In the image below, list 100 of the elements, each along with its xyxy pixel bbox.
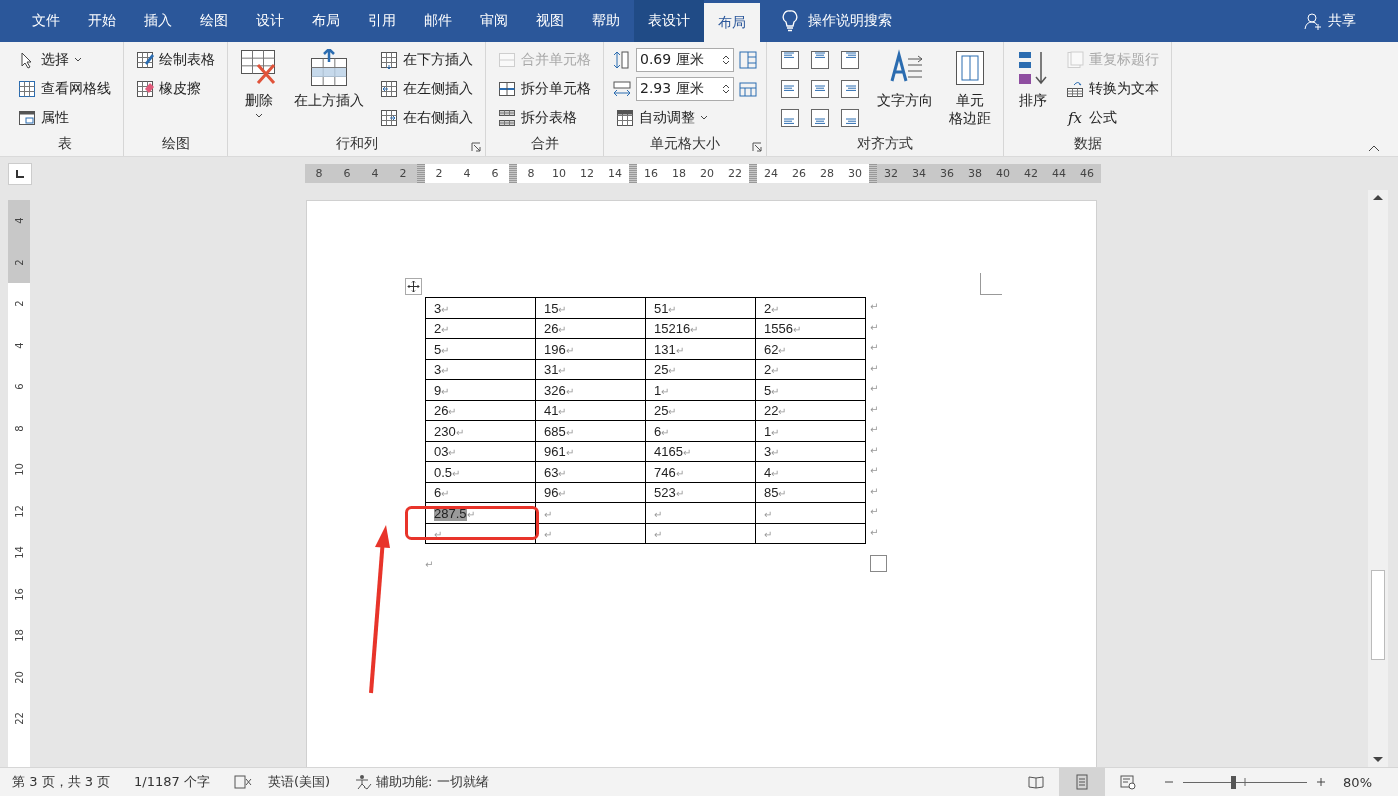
ribbon-tab[interactable]: 引用 xyxy=(354,0,410,42)
align-button[interactable] xyxy=(840,49,860,70)
ribbon-tab[interactable]: 布局 xyxy=(298,0,354,42)
tab-stop-icon xyxy=(15,168,25,179)
grid-icon xyxy=(738,49,758,70)
ribbon-tab[interactable]: 插入 xyxy=(130,0,186,42)
ribbon-tab[interactable]: 表设计 xyxy=(634,0,704,42)
ribbon-button[interactable]: 在下方插入 xyxy=(376,45,477,74)
ribbon-tab[interactable]: 文件 xyxy=(18,0,74,42)
table-cell: 1↵ xyxy=(645,379,756,400)
ribbon-tab[interactable]: 绘图 xyxy=(186,0,242,42)
formula-icon: fx xyxy=(1066,108,1084,127)
collapse-ribbon-button[interactable] xyxy=(1368,144,1380,152)
group-label: 对齐方式 xyxy=(857,135,913,153)
table-cell: 4165↵ xyxy=(645,441,756,462)
ribbon-button[interactable]: 在右侧插入 xyxy=(376,103,477,132)
pencil-grid-icon xyxy=(136,50,154,69)
table-cell: 15↵ xyxy=(535,297,646,318)
row-end-mark: ↵ xyxy=(870,342,879,353)
ribbon-button[interactable]: 选择 xyxy=(14,45,115,74)
ribbon-button[interactable]: 自动调整 xyxy=(612,103,758,132)
spin-field[interactable]: 0.69 厘米 xyxy=(636,47,734,72)
table-cell: 9↵ xyxy=(425,379,536,400)
spin-up-icon xyxy=(722,53,730,60)
tab-stop-button[interactable] xyxy=(8,162,32,185)
zoom-level[interactable]: 80% xyxy=(1343,774,1372,790)
ribbon-button[interactable]: 绘制表格 xyxy=(132,45,219,74)
slider-thumb[interactable] xyxy=(1230,776,1236,789)
align-button[interactable] xyxy=(780,107,800,128)
table-cell: 3↵ xyxy=(425,359,536,380)
table-cell: 3↵ xyxy=(755,441,866,462)
ribbon-button[interactable]: 转换为文本 xyxy=(1062,74,1163,103)
table-cell: 26↵ xyxy=(535,318,646,339)
align-button[interactable] xyxy=(840,107,860,128)
ribbon-tab[interactable]: 布局 xyxy=(704,3,760,42)
alignment-icon xyxy=(810,78,830,99)
repeat-header-icon xyxy=(1066,50,1084,69)
align-button[interactable] xyxy=(840,78,860,99)
accessibility-status[interactable]: 辅助功能: 一切就绪 xyxy=(354,773,489,791)
dialog-launcher[interactable] xyxy=(471,142,481,152)
scroll-up-icon xyxy=(1372,193,1384,201)
page-count[interactable]: 第 3 页，共 3 页 xyxy=(12,773,111,791)
align-button[interactable] xyxy=(810,78,830,99)
ribbon-button[interactable]: 排序 xyxy=(1012,45,1054,113)
eraser-grid-icon xyxy=(136,79,154,98)
table-cell: ↵ xyxy=(425,523,536,544)
row-end-mark: ↵ xyxy=(870,444,879,456)
align-button[interactable] xyxy=(810,107,830,128)
ribbon-button[interactable]: 删除 xyxy=(236,45,282,123)
margin-corner-mark xyxy=(980,273,1002,295)
caret-icon xyxy=(255,113,263,119)
resize-handle[interactable] xyxy=(870,555,887,572)
delete-table-icon xyxy=(240,49,278,87)
alignment-icon xyxy=(840,107,860,128)
ribbon-button[interactable]: 在左侧插入 xyxy=(376,74,477,103)
ribbon-tab[interactable]: 审阅 xyxy=(466,0,522,42)
ribbon-button[interactable]: 橡皮擦 xyxy=(132,74,219,103)
tell-me-search[interactable]: 操作说明搜索 xyxy=(776,0,898,42)
align-button[interactable] xyxy=(780,49,800,70)
align-button[interactable] xyxy=(780,78,800,99)
ribbon-tab[interactable]: 邮件 xyxy=(410,0,466,42)
ribbon-button[interactable]: fx 公式 xyxy=(1062,103,1163,132)
ribbon-button[interactable]: 拆分表格 xyxy=(494,103,595,132)
row-end-mark: ↵ xyxy=(870,403,879,415)
row-end-mark: ↵ xyxy=(870,301,879,312)
ribbon-button[interactable]: 属性 xyxy=(14,103,115,132)
share-button[interactable]: 共享 xyxy=(1298,0,1362,42)
table-cell: 5↵ xyxy=(425,338,536,359)
language-status[interactable]: 英语(美国) xyxy=(267,773,331,791)
ribbon-button[interactable]: 在上方插入 xyxy=(290,45,368,113)
table-cell: ↵ xyxy=(535,523,646,544)
ribbon-button[interactable]: 单元 格边距 xyxy=(945,45,995,131)
ribbon-tab[interactable]: 开始 xyxy=(74,0,130,42)
ribbon-tab[interactable]: 设计 xyxy=(242,0,298,42)
ribbon-button[interactable]: 拆分单元格 xyxy=(494,74,595,103)
row-end-mark: ↵ xyxy=(870,506,879,517)
row-end-mark: ↵ xyxy=(870,362,879,374)
spin-down-icon xyxy=(722,88,730,95)
ribbon-button[interactable]: 查看网格线 xyxy=(14,74,115,103)
scroll-thumb[interactable] xyxy=(1371,570,1385,660)
ribbon-tab[interactable]: 帮助 xyxy=(578,0,634,42)
align-button[interactable] xyxy=(810,49,830,70)
table-cell: 22↵ xyxy=(755,400,866,421)
spin-field[interactable]: 2.93 厘米 xyxy=(636,76,734,101)
lightbulb-icon xyxy=(782,10,798,32)
column-width-icon xyxy=(612,78,632,99)
proofing-icon[interactable] xyxy=(233,774,252,790)
plus-icon xyxy=(1316,777,1327,787)
table-cell: 15216↵ xyxy=(645,318,756,339)
move-handle-icon[interactable] xyxy=(405,278,422,295)
ribbon-button[interactable]: 文字方向 xyxy=(873,45,937,113)
autofit-icon xyxy=(616,108,634,127)
distribute-rows-button[interactable] xyxy=(738,49,758,70)
table-cell: 523↵ xyxy=(645,482,756,503)
vertical-scrollbar[interactable] xyxy=(1368,190,1388,767)
paragraph-mark: ↵ xyxy=(425,559,434,570)
dialog-launcher[interactable] xyxy=(752,142,762,152)
ribbon-tab[interactable]: 视图 xyxy=(522,0,578,42)
word-count[interactable]: 1/1187 个字 xyxy=(134,773,210,791)
view-button[interactable] xyxy=(1059,768,1106,796)
